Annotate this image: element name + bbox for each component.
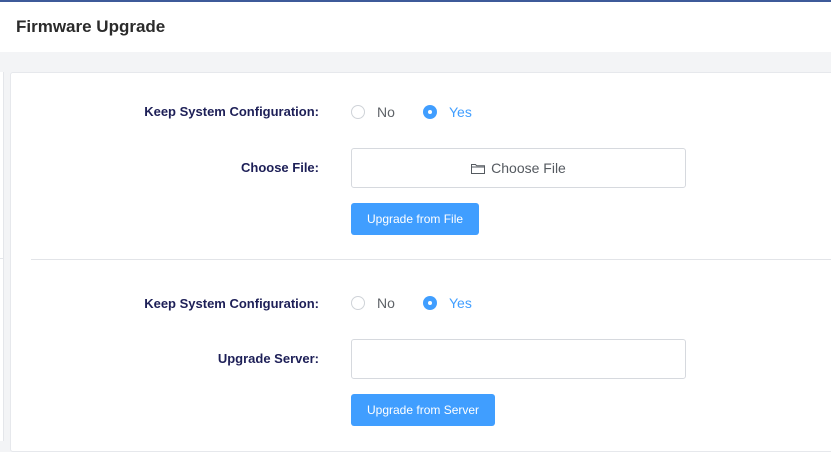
upgrade-server-label: Upgrade Server:: [217, 351, 319, 366]
radio-label-no: No: [377, 104, 395, 120]
keep-config-no-radio-server[interactable]: No: [351, 295, 395, 311]
radio-checked-icon: [423, 105, 437, 119]
choose-file-button[interactable]: Choose File: [351, 148, 686, 188]
left-panel: [0, 72, 4, 441]
upgrade-server-input[interactable]: [351, 339, 686, 379]
page-title: Firmware Upgrade: [16, 17, 166, 36]
radio-checked-icon: [423, 296, 437, 310]
keep-config-yes-radio-server[interactable]: Yes: [423, 295, 472, 311]
section-divider: [31, 259, 831, 260]
keep-config-yes-radio-file[interactable]: Yes: [423, 104, 472, 120]
upgrade-from-file-button[interactable]: Upgrade from File: [351, 203, 480, 235]
radio-unchecked-icon: [351, 296, 365, 310]
page-header: Firmware Upgrade: [0, 2, 831, 52]
choose-file-text: Choose File: [491, 160, 566, 176]
keep-config-no-radio-file[interactable]: No: [351, 104, 395, 120]
radio-label-yes: Yes: [449, 104, 472, 120]
keep-config-label-file: Keep System Configuration:: [144, 104, 319, 119]
radio-label-no: No: [377, 295, 395, 311]
keep-config-label-server: Keep System Configuration:: [144, 296, 319, 311]
radio-label-yes: Yes: [449, 295, 472, 311]
upgrade-from-server-button[interactable]: Upgrade from Server: [351, 394, 496, 426]
folder-icon: [471, 163, 486, 174]
choose-file-label: Choose File:: [240, 160, 319, 175]
radio-unchecked-icon: [351, 105, 365, 119]
